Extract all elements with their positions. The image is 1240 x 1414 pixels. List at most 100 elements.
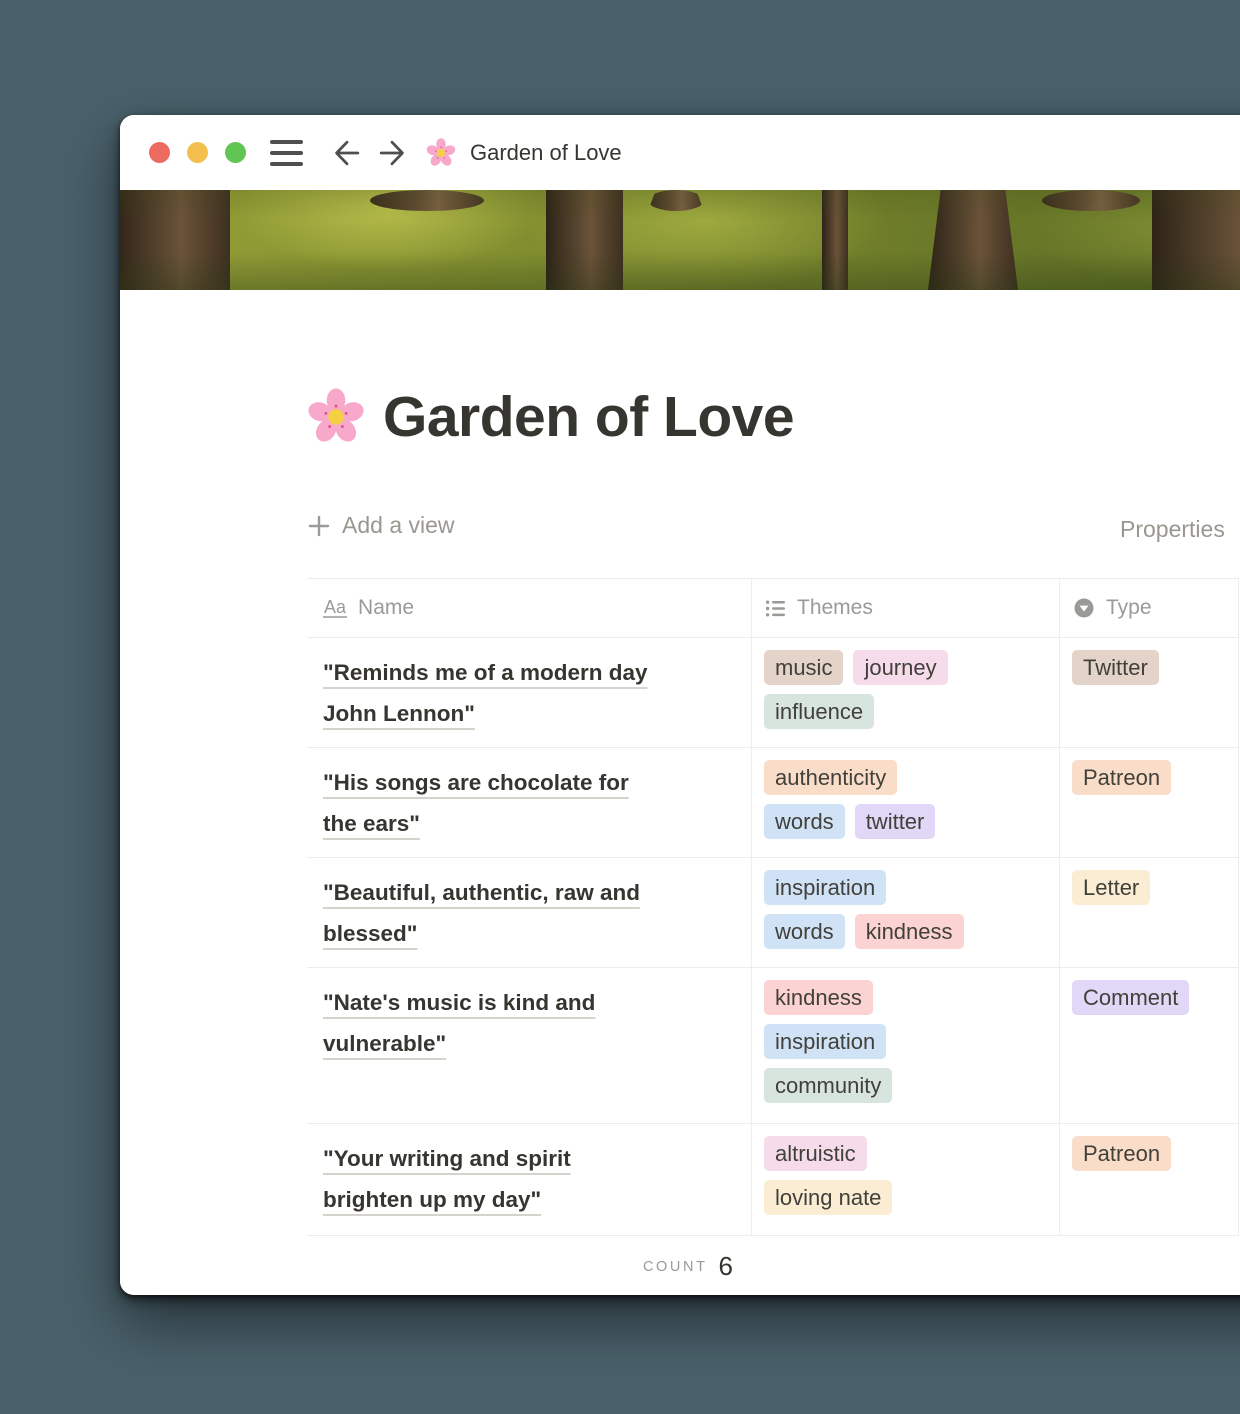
table-footer: COUNT 6	[307, 1236, 1069, 1295]
column-label: Type	[1106, 596, 1152, 620]
table-row: "Beautiful, authentic, raw and blessed" in…	[307, 858, 1239, 968]
row-title[interactable]: brighten up my day"	[323, 1187, 541, 1212]
tag[interactable]: Patreon	[1072, 1136, 1171, 1171]
tree-trunk	[546, 190, 623, 290]
tag[interactable]: words	[764, 804, 845, 839]
tag-line: influence	[764, 694, 874, 729]
plus-icon	[307, 514, 331, 538]
add-view-button[interactable]: Add a view	[307, 512, 455, 539]
tag[interactable]: Letter	[1072, 870, 1150, 905]
row-title[interactable]: vulnerable"	[323, 1031, 446, 1056]
tag[interactable]: loving nate	[764, 1180, 892, 1215]
hamburger-menu-icon[interactable]	[270, 140, 303, 166]
table-rows: "Reminds me of a modern day John Lennon" m…	[307, 638, 1239, 1236]
cherry-blossom-icon[interactable]	[307, 388, 365, 446]
page-title-row: Garden of Love	[307, 386, 794, 449]
back-button[interactable]	[330, 136, 364, 170]
tag[interactable]: community	[764, 1068, 892, 1103]
tag-line: music journey	[764, 650, 948, 685]
forward-button[interactable]	[375, 136, 409, 170]
tag[interactable]: Comment	[1072, 980, 1189, 1015]
table-row: "Your writing and spirit brighten up my d…	[307, 1124, 1239, 1236]
row-title[interactable]: blessed"	[323, 921, 417, 946]
column-header-name[interactable]: Aa Name	[307, 579, 752, 637]
row-title[interactable]: "Reminds me of a modern day	[323, 660, 648, 685]
minimize-button[interactable]	[187, 142, 208, 163]
row-title[interactable]: "Nate's music is kind and	[323, 990, 595, 1015]
column-header-type[interactable]: Type	[1060, 579, 1239, 637]
tag[interactable]: kindness	[855, 914, 964, 949]
multi-select-icon	[765, 598, 786, 619]
close-button[interactable]	[149, 142, 170, 163]
type-cell[interactable]: Twitter	[1060, 638, 1239, 747]
column-label: Themes	[797, 596, 873, 620]
name-cell[interactable]: "Nate's music is kind and vulnerable"	[307, 968, 752, 1123]
tag[interactable]: Patreon	[1072, 760, 1171, 795]
window-title: Garden of Love	[470, 140, 622, 166]
tag[interactable]: inspiration	[764, 870, 886, 905]
name-cell[interactable]: "Reminds me of a modern day John Lennon"	[307, 638, 752, 747]
type-cell[interactable]: Comment	[1060, 968, 1239, 1123]
tree-trunk	[370, 190, 484, 211]
tag[interactable]: kindness	[764, 980, 873, 1015]
type-cell[interactable]: Letter	[1060, 858, 1239, 967]
cherry-blossom-icon	[426, 138, 456, 168]
row-title[interactable]: "Your writing and spirit	[323, 1146, 571, 1171]
count-label[interactable]: COUNT	[643, 1259, 708, 1275]
database-table: Aa Name Themes	[307, 578, 1239, 1295]
tree-trunk	[1152, 190, 1240, 290]
page-title: Garden of Love	[383, 386, 794, 449]
themes-cell[interactable]: altruistic loving nate	[752, 1124, 1060, 1235]
zoom-button[interactable]	[225, 142, 246, 163]
table-row: "Nate's music is kind and vulnerable" kind…	[307, 968, 1239, 1124]
tag[interactable]: words	[764, 914, 845, 949]
themes-cell[interactable]: music journey influence	[752, 638, 1060, 747]
page-content: Garden of Love Add a view Properties Aa …	[120, 290, 1240, 1295]
tree-trunk	[1042, 190, 1140, 211]
tag-line: community	[764, 1068, 892, 1103]
cover-image	[120, 190, 1240, 290]
themes-cell[interactable]: inspiration words kindness	[752, 858, 1060, 967]
tag-line: loving nate	[764, 1180, 892, 1215]
tag[interactable]: music	[764, 650, 843, 685]
tree-trunk	[648, 190, 704, 211]
table-header: Aa Name Themes	[307, 578, 1239, 638]
tag-line: kindness	[764, 980, 873, 1015]
row-title[interactable]: the ears"	[323, 811, 420, 836]
traffic-lights	[149, 142, 246, 163]
titlebar: Garden of Love	[120, 115, 1240, 190]
column-label: Name	[358, 596, 414, 620]
add-view-label: Add a view	[342, 512, 455, 539]
tag-line: words kindness	[764, 914, 964, 949]
column-header-themes[interactable]: Themes	[752, 579, 1060, 637]
name-cell[interactable]: "Your writing and spirit brighten up my d…	[307, 1124, 752, 1235]
table-row: "Reminds me of a modern day John Lennon" m…	[307, 638, 1239, 748]
tag[interactable]: altruistic	[764, 1136, 867, 1171]
tag[interactable]: inspiration	[764, 1024, 886, 1059]
row-title[interactable]: John Lennon"	[323, 701, 475, 726]
name-cell[interactable]: "His songs are chocolate for the ears"	[307, 748, 752, 857]
type-cell[interactable]: Patreon	[1060, 748, 1239, 857]
tag[interactable]: journey	[853, 650, 947, 685]
themes-cell[interactable]: kindness inspiration community	[752, 968, 1060, 1123]
tag-line: altruistic	[764, 1136, 867, 1171]
table-row: "His songs are chocolate for the ears" aut…	[307, 748, 1239, 858]
row-title[interactable]: "His songs are chocolate for	[323, 770, 629, 795]
type-cell[interactable]: Patreon	[1060, 1124, 1239, 1235]
tag[interactable]: twitter	[855, 804, 936, 839]
tag-line: inspiration	[764, 1024, 886, 1059]
properties-button[interactable]: Properties	[1120, 516, 1225, 543]
tag[interactable]: authenticity	[764, 760, 897, 795]
tag[interactable]: Twitter	[1072, 650, 1159, 685]
tag-line: inspiration	[764, 870, 886, 905]
count-value[interactable]: 6	[719, 1251, 733, 1282]
text-property-icon: Aa	[323, 598, 347, 619]
tag[interactable]: influence	[764, 694, 874, 729]
tag-line: words twitter	[764, 804, 935, 839]
tree-trunk	[120, 190, 230, 290]
select-icon	[1073, 597, 1095, 619]
tree-trunk	[822, 190, 848, 290]
themes-cell[interactable]: authenticity words twitter	[752, 748, 1060, 857]
row-title[interactable]: "Beautiful, authentic, raw and	[323, 880, 640, 905]
name-cell[interactable]: "Beautiful, authentic, raw and blessed"	[307, 858, 752, 967]
